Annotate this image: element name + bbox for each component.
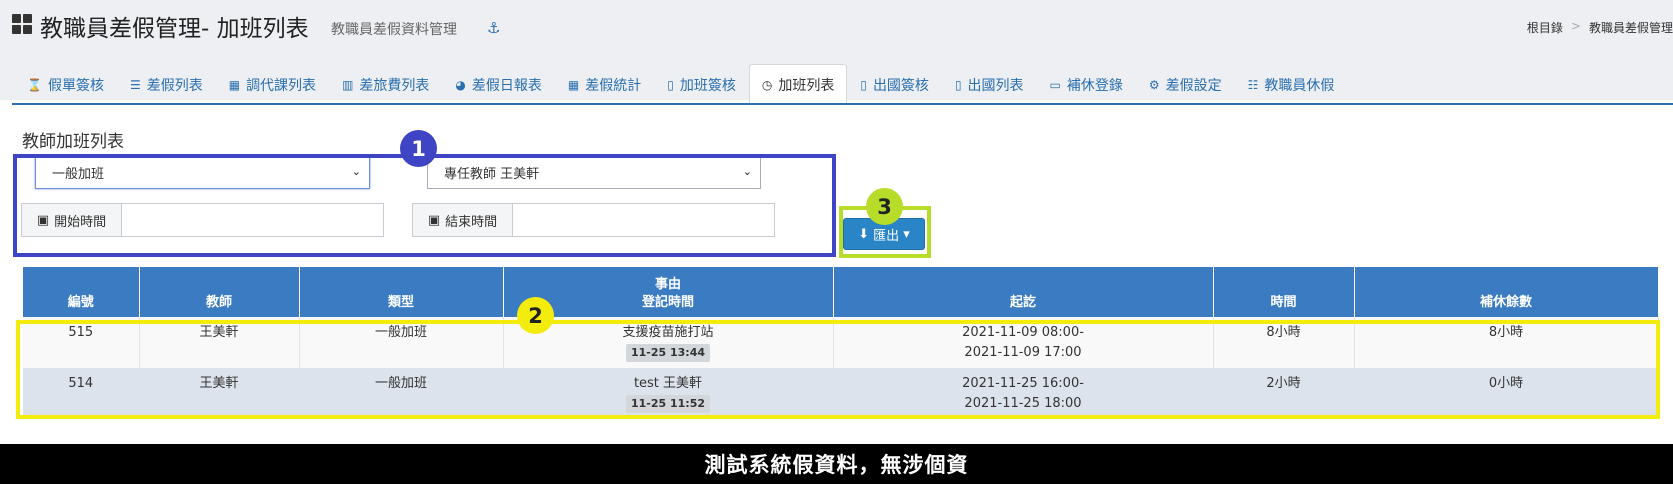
tab-label: 差假列表	[146, 77, 203, 94]
tab-abroad-list[interactable]: ▯ 出國列表	[942, 64, 1037, 104]
annotation-badge-1: 1	[400, 130, 437, 167]
breadcrumb-current: 教職員差假管理	[1588, 21, 1673, 35]
anchor-icon[interactable]: ⚓	[487, 19, 500, 37]
tab-label: 出國列表	[967, 77, 1024, 94]
tab-label: 調代課列表	[246, 77, 317, 94]
tab-abroad-approval[interactable]: ▯ 出國簽核	[847, 64, 942, 104]
annotation-badge-3: 3	[866, 188, 903, 225]
page-title: 教職員差假管理- 加班列表	[40, 16, 309, 42]
money-icon: ▭	[1049, 77, 1061, 92]
col-header-hours[interactable]: 時間	[1213, 267, 1355, 317]
page-subtitle: 教職員差假資料管理	[331, 22, 457, 38]
col-header-teacher[interactable]: 教師	[139, 267, 300, 317]
col-header-reason-text: 事由	[654, 277, 681, 292]
tab-leave-list[interactable]: ☰ 差假列表	[117, 64, 216, 104]
tab-underline	[12, 103, 1673, 105]
tab-bar: ⌛ 假單簽核 ☰ 差假列表 ▦ 調代課列表 ▥ 差旅費列表 ◕ 差假日報表 ▦ 差假統計 ▯…	[14, 64, 1347, 104]
tab-leave-statistics[interactable]: ▦ 差假統計	[555, 64, 654, 104]
calculator-icon: ▦	[567, 77, 580, 92]
annotation-badge-2: 2	[517, 297, 554, 334]
clock-icon: ◷	[761, 77, 773, 92]
tab-overtime-list[interactable]: ◷ 加班列表	[748, 64, 848, 104]
file-icon: ▯	[954, 77, 962, 92]
footer-notice: 測試系統假資料，無涉個資	[0, 444, 1673, 484]
tab-label: 差假設定	[1165, 77, 1222, 94]
tab-leave-settings[interactable]: ⚙ 差假設定	[1136, 64, 1235, 104]
tab-label: 出國簽核	[872, 77, 929, 94]
section-title: 教師加班列表	[22, 132, 124, 152]
highlight-box-rows	[16, 320, 1660, 419]
file-icon: ▯	[860, 77, 867, 92]
tab-label: 補休登錄	[1066, 77, 1123, 94]
tab-label: 加班列表	[778, 77, 835, 94]
table-icon: ▦	[228, 77, 241, 92]
col-header-id[interactable]: 編號	[23, 267, 140, 317]
tab-comp-leave-registration[interactable]: ▭ 補休登錄	[1037, 64, 1136, 104]
tab-substitute-list[interactable]: ▦ 調代課列表	[216, 64, 329, 104]
breadcrumb: 根目錄 > 教職員差假管理	[1527, 19, 1673, 36]
pie-chart-icon: ◕	[455, 77, 466, 92]
list-icon: ☰	[129, 77, 141, 92]
tab-label: 差旅費列表	[359, 77, 430, 94]
tab-label: 差假日報表	[471, 77, 542, 94]
breadcrumb-separator: >	[1570, 19, 1581, 33]
tab-travel-expense-list[interactable]: ▥ 差旅費列表	[329, 64, 442, 104]
tab-label: 加班簽核	[679, 77, 736, 94]
tab-daily-report[interactable]: ◕ 差假日報表	[442, 64, 554, 104]
tab-label: 差假統計	[585, 77, 642, 94]
col-header-remaining[interactable]: 補休餘數	[1354, 267, 1659, 317]
sliders-icon: ☷	[1247, 77, 1259, 92]
tab-label: 假單簽核	[47, 77, 104, 94]
tab-leave-approval[interactable]: ⌛ 假單簽核	[14, 64, 117, 104]
col-header-period[interactable]: 起訖	[833, 267, 1214, 317]
bar-chart-icon: ▥	[342, 77, 354, 92]
tab-staff-vacation[interactable]: ☷ 教職員休假	[1235, 64, 1348, 104]
hourglass-icon: ⌛	[27, 77, 42, 92]
table-header-row: 編號 教師 類型 事由登記時間 起訖 時間 補休餘數	[23, 267, 1659, 317]
top-header: 教職員差假管理- 加班列表 教職員差假資料管理 ⚓ 根目錄 > 教職員差假管理 …	[0, 0, 1673, 104]
breadcrumb-root[interactable]: 根目錄	[1527, 19, 1563, 36]
cogs-icon: ⚙	[1148, 77, 1160, 92]
col-header-reg-time-text: 登記時間	[641, 295, 694, 310]
col-header-type[interactable]: 類型	[299, 267, 504, 317]
highlight-box-filters	[13, 154, 836, 257]
tab-overtime-approval[interactable]: ▯ 加班簽核	[654, 64, 749, 104]
tab-label: 教職員休假	[1264, 77, 1335, 94]
file-icon: ▯	[667, 77, 674, 92]
grid-app-icon	[12, 14, 32, 34]
